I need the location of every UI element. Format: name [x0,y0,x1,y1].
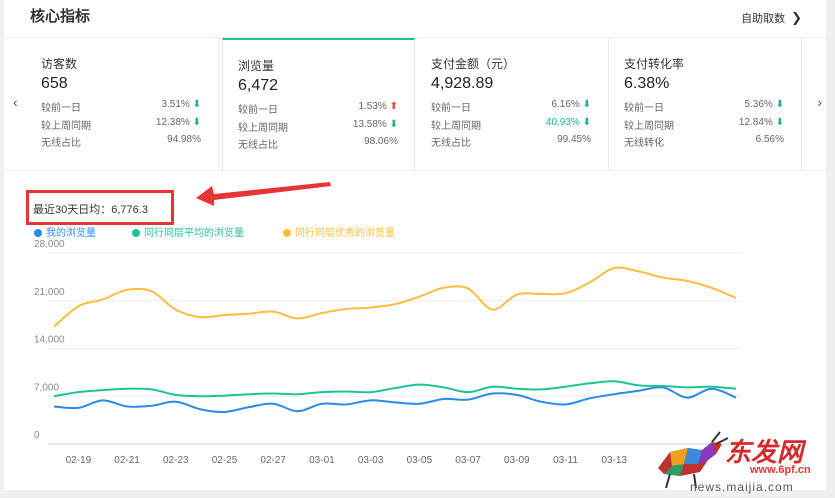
x-tick-label: 03-11 [553,455,578,466]
x-tick-label: 02-21 [114,455,140,466]
y-tick-label: 7,000 [34,382,59,393]
x-tick-label: 03-05 [407,455,433,466]
x-tick-label: 03-03 [358,455,384,466]
y-tick-label: 21,000 [34,287,65,298]
pageviews-line-chart: 0 7,000 14,000 21,000 28,000 02-19 02-21 02-23 0… [34,182,742,466]
x-tick-label: 02-19 [66,455,92,466]
series-line-1 [53,380,737,398]
watermark: 东发网 www.6pf.cn news.maijia.com [650,430,835,498]
y-tick-label: 14,000 [34,335,65,346]
x-tick-label: 03-13 [601,455,627,466]
x-tick-label: 03-07 [455,455,481,466]
watermark-url-1: www.6pf.cn [750,464,811,476]
series-line-2 [53,266,737,328]
x-tick-label: 03-09 [504,455,530,466]
x-tick-label: 02-27 [260,455,286,466]
callout-arrow [196,182,331,206]
x-tick-label: 03-01 [309,455,335,466]
watermark-url-2: news.maijia.com [690,480,794,494]
x-tick-label: 02-23 [163,455,189,466]
y-tick-label: 28,000 [34,239,65,250]
x-tick-label: 02-25 [212,455,238,466]
y-tick-label: 0 [34,430,40,441]
